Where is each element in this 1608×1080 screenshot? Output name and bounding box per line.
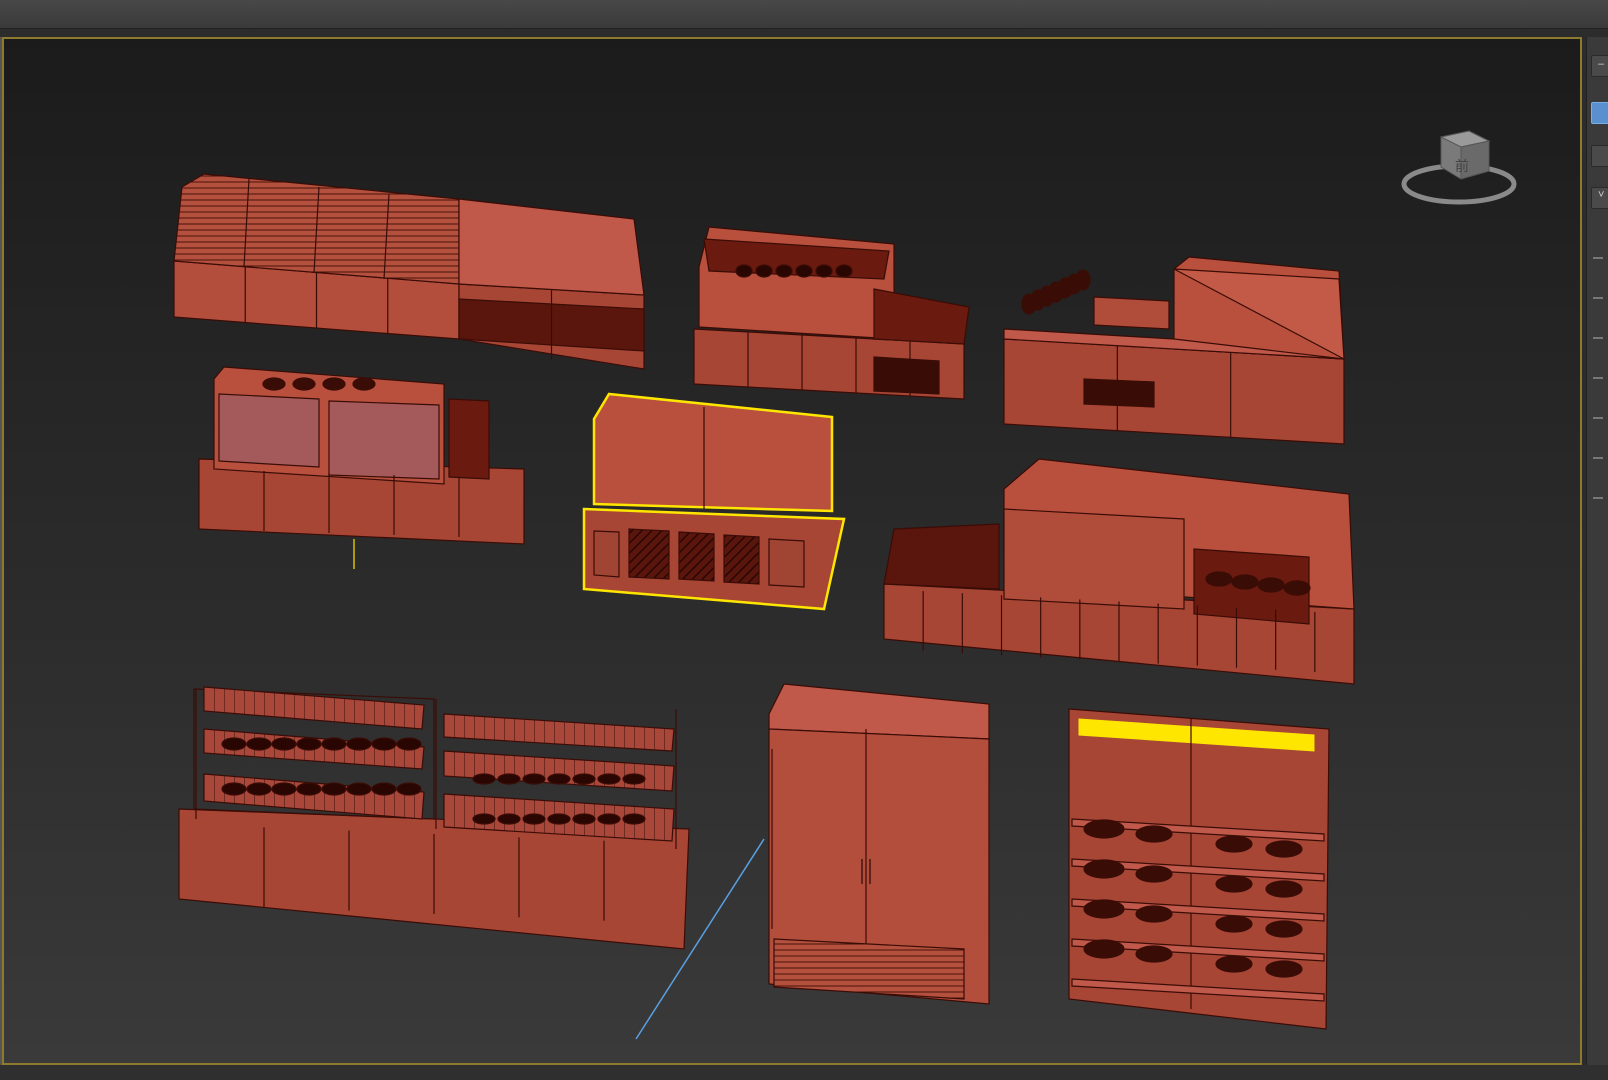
command-panel: – ˅ <box>1586 37 1608 1065</box>
selected-display-cabinet[interactable] <box>582 392 846 611</box>
cake-shelf-unit[interactable] <box>1068 708 1330 1030</box>
status-bar <box>0 1065 1608 1080</box>
minus-glyph: – <box>1598 58 1605 70</box>
panel-field[interactable] <box>1593 337 1603 339</box>
open-display-counter[interactable] <box>693 226 970 400</box>
dessert-display-counter[interactable] <box>198 366 525 569</box>
curved-glass-deli-counter[interactable] <box>173 173 645 370</box>
service-counter-with-plants[interactable] <box>1003 256 1345 445</box>
coffee-bar-counter[interactable] <box>883 458 1355 685</box>
viewport-scene[interactable]: 前 <box>4 39 1580 1063</box>
perspective-viewport[interactable]: 前 <box>2 37 1582 1065</box>
bakery-shelf-rack[interactable] <box>178 686 690 950</box>
modify-icon[interactable] <box>1591 145 1608 167</box>
collapse-glyph: ˅ <box>1598 189 1605 201</box>
panel-field[interactable] <box>1593 377 1603 379</box>
minus-icon[interactable]: – <box>1591 55 1608 77</box>
top-toolbar <box>0 0 1608 29</box>
panel-field[interactable] <box>1593 297 1603 299</box>
create-icon[interactable] <box>1591 102 1608 124</box>
viewcube-face-label: 前 <box>1455 158 1469 175</box>
panel-field[interactable] <box>1593 417 1603 419</box>
double-door-refrigerator[interactable] <box>768 683 990 1005</box>
viewcube-icon[interactable]: 前 <box>1401 130 1517 205</box>
panel-field[interactable] <box>1593 257 1603 259</box>
panel-field[interactable] <box>1593 497 1603 499</box>
rollout-collapse-icon[interactable]: ˅ <box>1591 187 1608 209</box>
panel-field[interactable] <box>1593 457 1603 459</box>
app-window: 前 – ˅ <box>0 0 1608 1080</box>
